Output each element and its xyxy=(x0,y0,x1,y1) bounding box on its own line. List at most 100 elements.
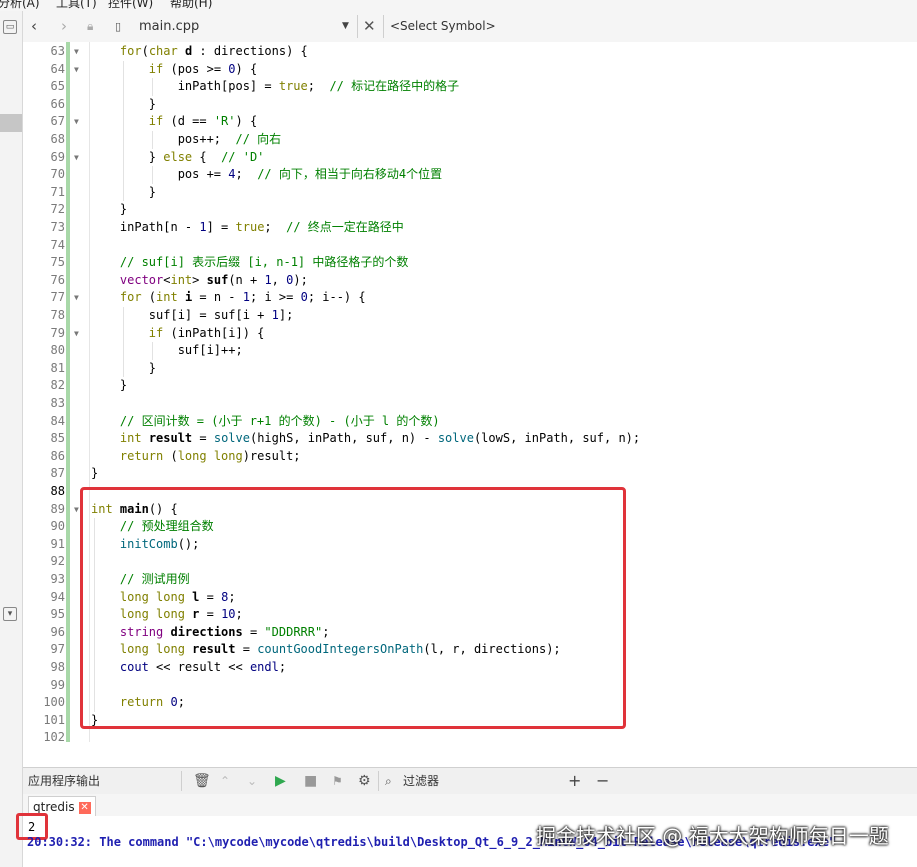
line-number: 67 xyxy=(50,114,65,129)
code-line[interactable]: 70 pos += 4; // 向下，相当于向右移动4个位置 xyxy=(23,166,917,183)
menu-tools[interactable]: 工具(T) xyxy=(56,0,97,11)
fold-marker-icon[interactable]: ▼ xyxy=(74,149,79,166)
code-line[interactable]: 64 ▼ if (pos >= 0) { xyxy=(23,61,917,78)
code-token: int xyxy=(156,290,178,305)
fold-marker-icon[interactable]: ▼ xyxy=(74,113,79,130)
code-text: if (pos >= 0) { xyxy=(149,61,257,78)
fold-marker-icon[interactable]: ▼ xyxy=(74,289,79,306)
code-line[interactable]: 74 xyxy=(23,237,917,254)
fold-marker-icon[interactable]: ▼ xyxy=(74,43,79,60)
code-line[interactable]: 69 ▼} else { // 'D' xyxy=(23,149,917,166)
file-name-combo[interactable]: main.cpp xyxy=(139,11,199,42)
code-line[interactable]: 84 // 区间计数 = (小于 r+1 的个数) - (小于 l 的个数) xyxy=(23,413,917,430)
code-line[interactable]: 77 ▼ for (int i = n - 1; i >= 0; i--) { xyxy=(23,289,917,306)
fold-marker-icon[interactable]: ▼ xyxy=(74,61,79,78)
filter-input[interactable]: 过滤器 xyxy=(403,768,439,794)
lock-icon[interactable]: 🔒︎ xyxy=(87,11,93,42)
code-line[interactable]: 102 xyxy=(23,729,917,746)
code-line[interactable]: 71} xyxy=(23,184,917,201)
output-panel-header: 应用程序输出 🗑︎ ⌃ ⌄ ▶ ■ ⚑ ⚙ ⌕ 过滤器 + − xyxy=(23,767,917,795)
menu-bar: 分析(A) 工具(T) 控件(W) 帮助(H) xyxy=(0,0,917,11)
line-number: 98 xyxy=(50,660,65,674)
chevron-up-icon[interactable]: ⌃ xyxy=(220,768,230,794)
code-token: inPath[n - xyxy=(119,220,200,234)
code-token: suf[i]++; xyxy=(177,343,243,358)
gear-icon[interactable]: ⚙ xyxy=(358,768,371,794)
debug-icon[interactable]: ⚑ xyxy=(332,768,343,794)
minimize-icon[interactable]: − xyxy=(596,768,609,794)
code-line[interactable]: 63 ▼ for(char d : directions) { xyxy=(23,43,917,60)
code-line[interactable]: 86 return (long long)result; xyxy=(23,448,917,465)
code-line[interactable]: 73 inPath[n - 1] = true; // 终点一定在路径中 xyxy=(23,219,917,236)
back-arrow-icon[interactable]: ‹ xyxy=(31,11,37,42)
main-function-highlight xyxy=(80,487,626,729)
code-token: (pos >= xyxy=(163,61,229,76)
stop-icon[interactable]: ■ xyxy=(304,768,317,794)
code-token: pos++; xyxy=(177,132,236,146)
symbol-selector[interactable]: <Select Symbol> xyxy=(390,11,496,42)
selected-panel-item[interactable] xyxy=(0,114,22,132)
code-token: 1 xyxy=(199,220,207,234)
code-token: // 标记在路径中的格子 xyxy=(329,79,460,94)
code-line[interactable]: 67 ▼ if (d == 'R') { xyxy=(23,113,917,130)
code-token: } xyxy=(119,202,128,217)
code-token: (n + xyxy=(228,272,265,287)
fold-marker-icon[interactable]: ▼ xyxy=(74,501,79,518)
run-icon[interactable]: ▶ xyxy=(275,768,286,794)
forward-arrow-icon[interactable]: › xyxy=(61,11,67,42)
menu-controls[interactable]: 控件(W) xyxy=(108,0,153,11)
line-number: 86 xyxy=(50,448,65,463)
code-text: } xyxy=(91,465,98,482)
code-line[interactable]: 85 int result = solve(highS, inPath, suf,… xyxy=(23,430,917,447)
code-line[interactable]: 83 xyxy=(23,395,917,412)
search-icon: ⌕ xyxy=(385,774,392,788)
line-number: 99 xyxy=(50,677,65,692)
code-line[interactable]: 82} xyxy=(23,377,917,394)
chevron-down-icon[interactable]: ▼ xyxy=(342,11,349,42)
menu-help[interactable]: 帮助(H) xyxy=(170,0,212,11)
code-text: } xyxy=(149,360,156,377)
left-side-panel: ▭ ▾ xyxy=(0,11,23,867)
code-token: suf xyxy=(206,272,229,287)
line-number: 82 xyxy=(50,378,65,393)
line-number: 93 xyxy=(50,572,65,586)
code-line[interactable]: 68 pos++; // 向右 xyxy=(23,131,917,148)
code-line[interactable]: 79 ▼ if (inPath[i]) { xyxy=(23,325,917,342)
code-line[interactable]: 78 suf[i] = suf[i + 1]; xyxy=(23,307,917,324)
code-token: // 'D' xyxy=(221,149,265,164)
menu-analyze[interactable]: 分析(A) xyxy=(0,0,40,11)
code-token: = n - xyxy=(192,290,243,305)
code-line[interactable]: 81} xyxy=(23,360,917,377)
code-token: ; xyxy=(307,79,330,94)
close-icon[interactable]: ✕ xyxy=(78,801,91,814)
tab-label: qtredis xyxy=(33,800,75,814)
code-token: long long xyxy=(177,448,243,463)
code-text: } xyxy=(120,377,127,394)
code-line[interactable]: 66} xyxy=(23,96,917,113)
code-line[interactable]: 87} xyxy=(23,465,917,482)
line-number: 85 xyxy=(50,431,65,446)
line-number: 91 xyxy=(50,536,65,551)
code-token: > xyxy=(192,272,207,287)
close-icon[interactable]: ✕ xyxy=(363,11,376,42)
panel-toggle-icon[interactable]: ▭ xyxy=(3,20,17,34)
code-line[interactable]: 75 // suf[i] 表示后缀 [i, n-1] 中路径格子的个数 xyxy=(23,254,917,271)
code-line[interactable]: 65 inPath[pos] = true; // 标记在路径中的格子 xyxy=(23,78,917,95)
line-number: 89 xyxy=(50,501,65,516)
code-line[interactable]: 72} xyxy=(23,201,917,218)
trash-icon[interactable]: 🗑︎ xyxy=(193,768,211,794)
code-token: ) { xyxy=(235,114,258,129)
output-panel-title: 应用程序输出 xyxy=(28,774,101,788)
fold-marker-icon[interactable]: ▼ xyxy=(74,325,79,342)
code-token: int xyxy=(170,272,193,287)
add-icon[interactable]: + xyxy=(568,768,581,794)
collapse-icon[interactable]: ▾ xyxy=(3,607,17,621)
line-number: 83 xyxy=(50,396,65,410)
code-token: } xyxy=(148,149,164,164)
code-token: if xyxy=(148,61,164,76)
line-number: 65 xyxy=(50,79,65,94)
chevron-down-icon[interactable]: ⌄ xyxy=(247,768,257,794)
code-line[interactable]: 80 suf[i]++; xyxy=(23,342,917,359)
code-token: ( xyxy=(141,290,157,305)
code-line[interactable]: 76 vector<int> suf(n + 1, 0); xyxy=(23,272,917,289)
